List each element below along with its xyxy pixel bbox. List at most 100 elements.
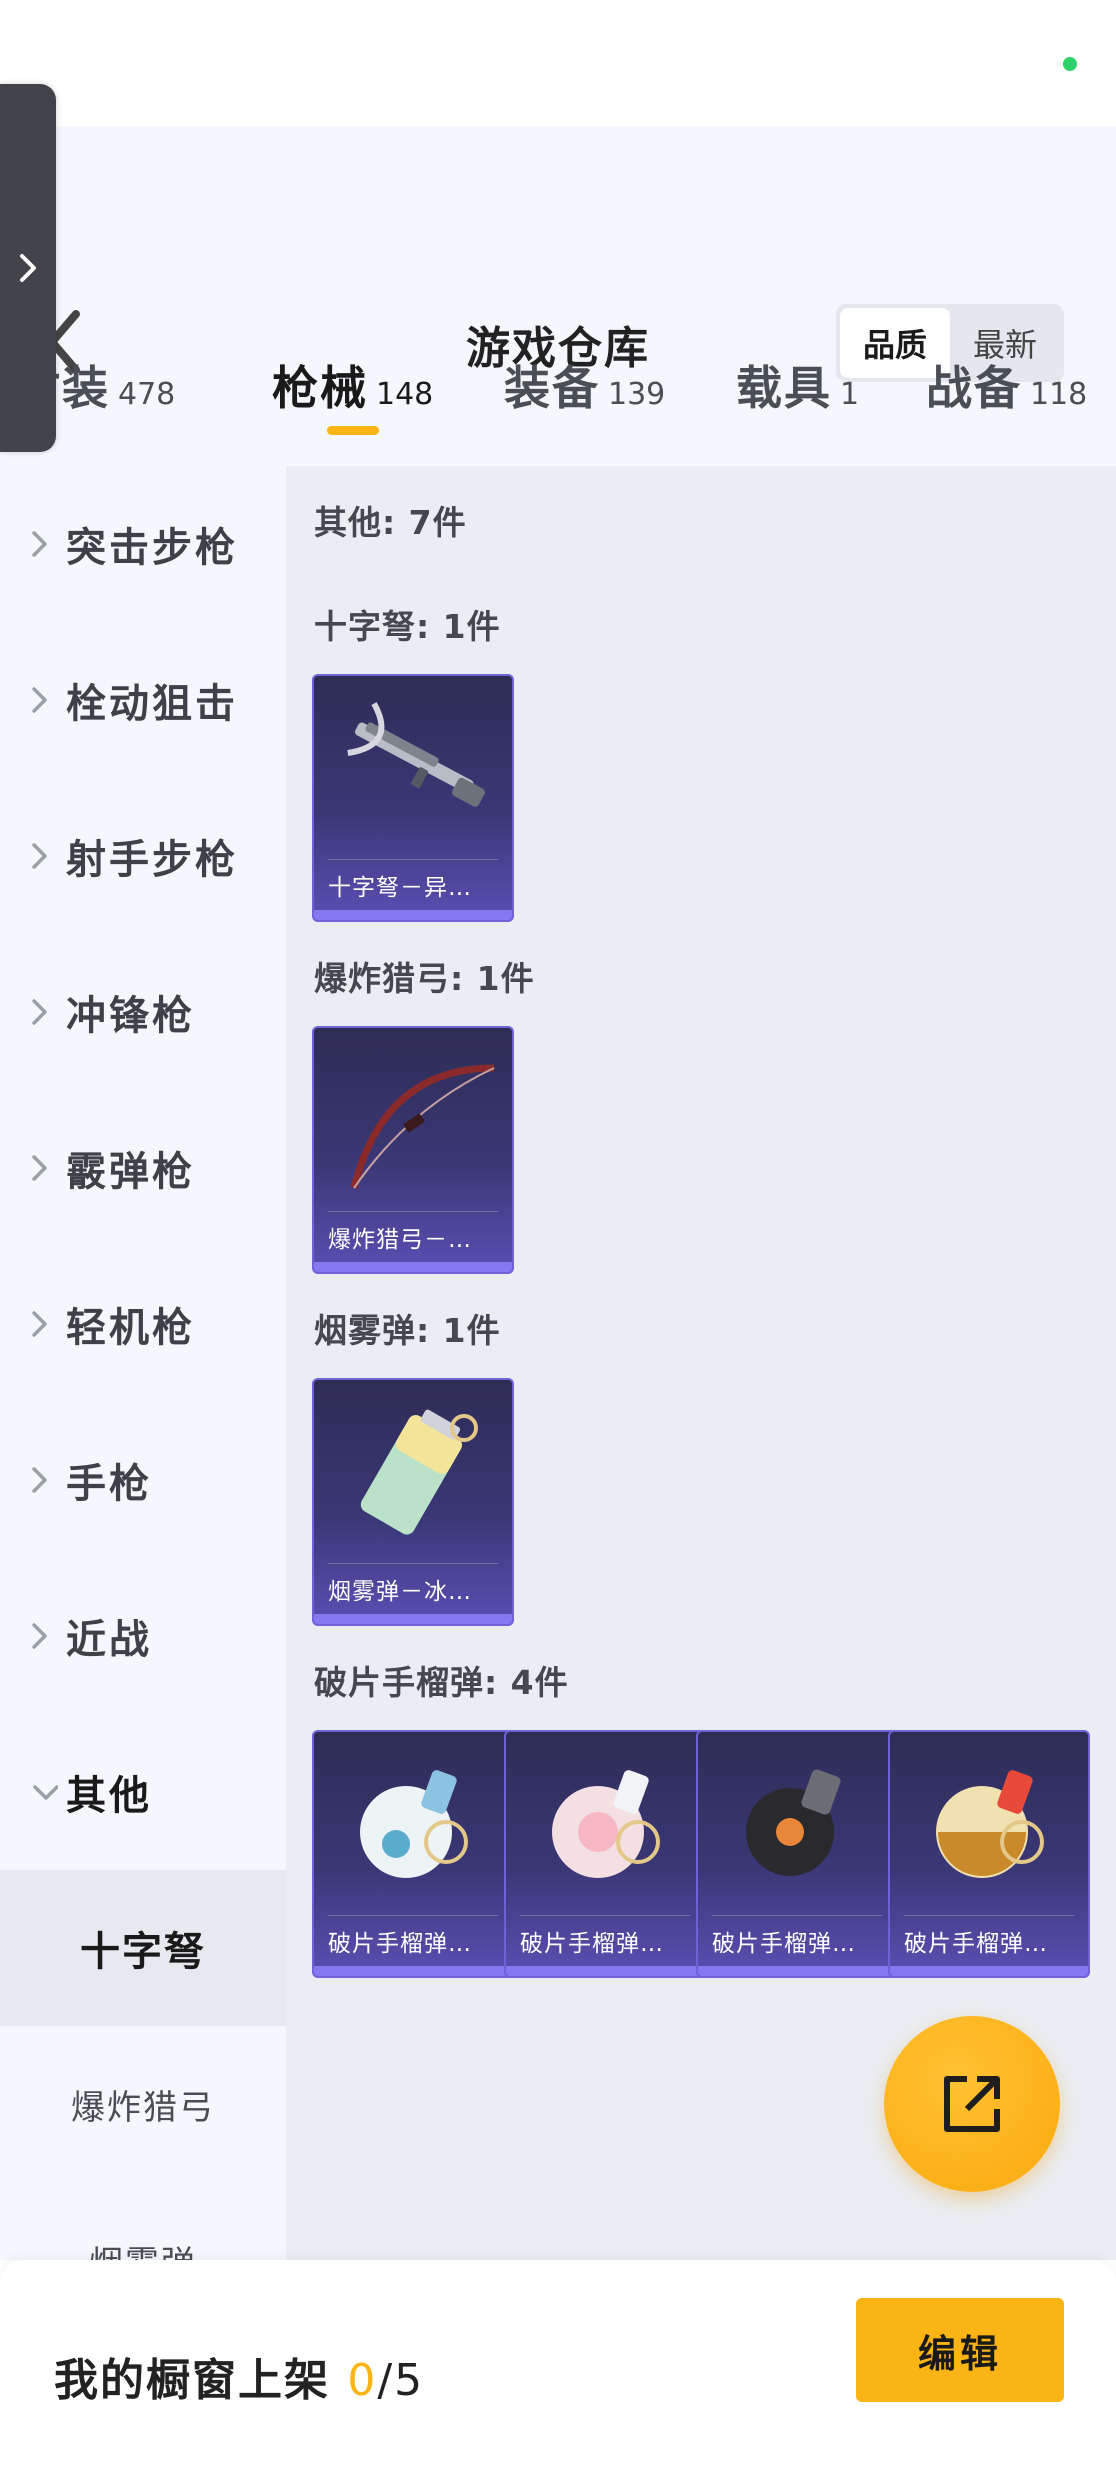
- section-title: 烟雾弹: 1件: [314, 1311, 501, 1350]
- item-row: 爆炸猎弓－…: [312, 1026, 514, 1274]
- tab-count: 139: [608, 377, 666, 412]
- edit-button[interactable]: 编辑: [856, 2298, 1064, 2402]
- card-divider: [904, 1915, 1074, 1916]
- category-sidebar: 突击步枪 栓动狙击 射手步枪 冲锋枪 霰弹枪 轻机枪 手枪 近战 其他 十字弩 …: [0, 466, 286, 2260]
- rarity-bar: [698, 1966, 896, 1976]
- rarity-bar: [506, 1966, 704, 1976]
- grenade-icon: [552, 1770, 660, 1878]
- tab-count: 1: [840, 377, 860, 412]
- chevron-right-icon: [20, 254, 36, 282]
- crossbow-icon: [347, 702, 485, 807]
- item-card[interactable]: 烟雾弹－冰…: [312, 1378, 514, 1626]
- item-card[interactable]: 破片手榴弹…: [888, 1730, 1090, 1978]
- grenade-icon: [746, 1769, 841, 1876]
- item-card[interactable]: 破片手榴弹…: [504, 1730, 706, 1978]
- card-divider: [328, 859, 498, 860]
- item-name: 破片手榴弹…: [520, 1931, 664, 1957]
- chevron-right-icon: [32, 843, 47, 869]
- card-divider: [328, 1915, 498, 1916]
- grenade-icon: [360, 1770, 468, 1878]
- sidebar-subitem-crossbow[interactable]: 十字弩: [0, 1870, 286, 2026]
- active-tab-indicator: [327, 426, 379, 435]
- card-divider: [328, 1211, 498, 1212]
- sidebar-subitem-explosive-bow[interactable]: 爆炸猎弓: [0, 2026, 286, 2182]
- chevron-right-icon: [32, 687, 47, 713]
- sidebar-item-shotgun[interactable]: 霰弹枪: [0, 1090, 286, 1246]
- rarity-bar: [314, 1966, 512, 1976]
- sidebar-item-other[interactable]: 其他: [0, 1714, 286, 1870]
- tab-vehicles[interactable]: 载具 1: [736, 352, 859, 418]
- item-name: 破片手榴弹…: [904, 1931, 1048, 1957]
- item-card[interactable]: 十字弩－异…: [312, 674, 514, 922]
- sidebar-item-smg[interactable]: 冲锋枪: [0, 934, 286, 1090]
- sidebar-item-lmg[interactable]: 轻机枪: [0, 1246, 286, 1402]
- sidebar-item-label: 栓动狙击: [66, 681, 238, 727]
- tab-count: 148: [376, 377, 434, 412]
- category-tabs: 时装 478 枪械 148 装备 139 载具 1 战备 118: [0, 340, 1116, 450]
- rarity-bar: [314, 1614, 512, 1624]
- showcase-count: 0: [347, 2355, 378, 2406]
- card-divider: [712, 1915, 882, 1916]
- tab-firearms[interactable]: 枪械 148: [272, 352, 433, 418]
- rarity-bar: [314, 1262, 512, 1272]
- tab-label: 装备: [504, 361, 600, 415]
- item-name: 破片手榴弹…: [712, 1931, 856, 1957]
- chevron-down-icon: [33, 1785, 58, 1800]
- sidebar-item-label: 射手步枪: [66, 837, 238, 883]
- sidebar-item-melee[interactable]: 近战: [0, 1558, 286, 1714]
- item-card[interactable]: 爆炸猎弓－…: [312, 1026, 514, 1274]
- chevron-right-icon: [32, 999, 47, 1025]
- sidebar-item-pistol[interactable]: 手枪: [0, 1402, 286, 1558]
- status-bar: [0, 0, 1116, 126]
- item-row: 十字弩－异…: [312, 674, 514, 922]
- sidebar-item-assault-rifle[interactable]: 突击步枪: [0, 466, 286, 622]
- sidebar-item-label: 手枪: [66, 1461, 152, 1507]
- item-name: 爆炸猎弓－…: [328, 1227, 472, 1253]
- smoke-grenade-icon: [360, 1409, 478, 1535]
- tab-label: 载具: [736, 361, 832, 415]
- showcase-bar: 我的橱窗上架 0/5 编辑: [0, 2260, 1116, 2484]
- showcase-total: /5: [377, 2355, 425, 2406]
- sidebar-item-label: 霰弹枪: [66, 1149, 195, 1195]
- status-dot: [1063, 57, 1077, 71]
- tab-label: 战备: [926, 361, 1022, 415]
- item-name: 烟雾弹－冰…: [328, 1579, 472, 1605]
- share-button[interactable]: [884, 2016, 1060, 2192]
- chevron-right-icon: [32, 1623, 47, 1649]
- showcase-status: 我的橱窗上架 0/5: [54, 2344, 424, 2408]
- item-name: 十字弩－异…: [328, 875, 472, 901]
- sidebar-item-label: 轻机枪: [66, 1305, 195, 1351]
- card-divider: [328, 1563, 498, 1564]
- grenade-icon: [936, 1770, 1044, 1878]
- tab-tactical-gear[interactable]: 战备 118: [926, 352, 1087, 418]
- item-list: 其他: 7件 十字弩: 1件 十字弩－异… 爆炸猎弓: 1件 爆炸猎弓－… 烟雾…: [286, 466, 1116, 2260]
- sidebar-item-bolt-sniper[interactable]: 栓动狙击: [0, 622, 286, 778]
- chevron-right-icon: [32, 1467, 47, 1493]
- showcase-label: 我的橱窗上架: [54, 2355, 330, 2406]
- summary-title: 其他: 7件: [314, 503, 467, 542]
- tab-count: 118: [1030, 377, 1088, 412]
- sidebar-item-label: 突击步枪: [66, 525, 238, 571]
- rarity-bar: [890, 1966, 1088, 1976]
- item-name: 破片手榴弹…: [328, 1931, 472, 1957]
- tab-count: 478: [118, 377, 176, 412]
- chevron-right-icon: [32, 531, 47, 557]
- item-card[interactable]: 破片手榴弹…: [312, 1730, 514, 1978]
- chevron-right-icon: [32, 1155, 47, 1181]
- sidebar-subitem-smoke-grenade[interactable]: 烟雾弹: [0, 2182, 286, 2261]
- tab-equipment[interactable]: 装备 139: [504, 352, 665, 418]
- section-title: 破片手榴弹: 4件: [314, 1663, 569, 1702]
- tab-label: 枪械: [272, 361, 368, 415]
- card-divider: [520, 1915, 690, 1916]
- item-card[interactable]: 破片手榴弹…: [696, 1730, 898, 1978]
- sidebar-item-label: 近战: [66, 1617, 152, 1663]
- chevron-right-icon: [32, 1311, 47, 1337]
- section-title: 十字弩: 1件: [314, 607, 501, 646]
- side-drawer-handle[interactable]: [0, 84, 56, 452]
- sidebar-item-label: 其他: [66, 1773, 152, 1819]
- rarity-bar: [314, 910, 512, 920]
- item-row: 破片手榴弹… 破片手榴弹… 破片手榴弹… 破片手榴弹…: [312, 1730, 1090, 1978]
- item-row: 烟雾弹－冰…: [312, 1378, 514, 1626]
- sidebar-item-marksman-rifle[interactable]: 射手步枪: [0, 778, 286, 934]
- external-link-icon: [944, 2076, 1000, 2132]
